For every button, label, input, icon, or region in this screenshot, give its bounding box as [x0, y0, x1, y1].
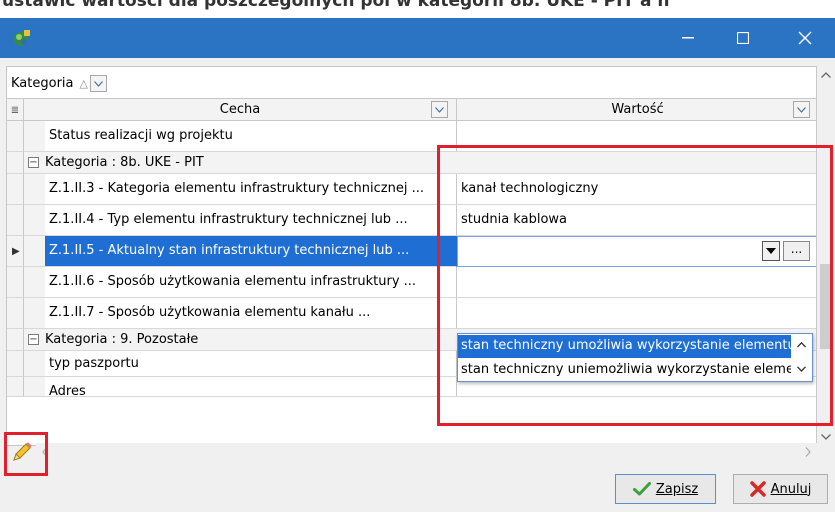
chevron-down-icon	[797, 106, 806, 113]
chevron-down-icon	[94, 80, 103, 87]
value-dropdown-button[interactable]	[762, 241, 780, 261]
cell-wartosc[interactable]	[457, 267, 816, 298]
chevron-down-icon	[435, 106, 444, 113]
scrollbar-thumb[interactable]	[820, 264, 831, 349]
maximize-icon[interactable]	[720, 18, 766, 58]
x-icon	[749, 481, 766, 497]
collapse-icon[interactable]: −	[28, 157, 39, 168]
group-filter-dropdown[interactable]	[89, 75, 107, 92]
properties-grid: ≣ Cecha Wartość Status realizacji wg pro…	[6, 98, 817, 446]
filter-dropdown-wartosc[interactable]	[793, 101, 810, 118]
cell-wartosc[interactable]	[457, 298, 816, 329]
table-row-selected[interactable]: ▶ Z.1.II.5 - Aktualny stan infrastruktur…	[7, 236, 816, 267]
save-button[interactable]: Zapisz	[615, 474, 716, 504]
collapse-icon[interactable]: −	[28, 334, 39, 345]
group-chip-kategoria[interactable]: Kategoria △	[11, 73, 107, 94]
checkmark-icon	[632, 482, 651, 496]
table-row[interactable]: Z.1.II.3 - Kategoria elementu infrastruk…	[7, 174, 816, 205]
filter-dropdown-cecha[interactable]	[431, 101, 448, 118]
scroll-left-icon[interactable]	[36, 443, 54, 461]
scroll-right-icon[interactable]	[799, 443, 817, 461]
cell-cecha[interactable]: Z.1.II.4 - Typ elementu infrastruktury t…	[45, 205, 457, 236]
horizontal-scrollbar[interactable]	[36, 443, 817, 461]
ellipsis-button[interactable]: ...	[783, 241, 810, 261]
cell-wartosc[interactable]: studnia kablowa	[457, 205, 816, 236]
cell-cecha[interactable]: Z.1.II.3 - Kategoria elementu infrastruk…	[45, 174, 457, 205]
value-dropdown-list[interactable]: stan techniczny umożliwia wykorzystanie …	[457, 333, 813, 382]
chevron-down-icon[interactable]	[794, 362, 808, 376]
cell-cecha[interactable]: Adres	[45, 377, 457, 397]
dropdown-option[interactable]: stan techniczny uniemożliwia wykorzystan…	[458, 359, 791, 382]
app-icon	[12, 28, 32, 48]
table-row[interactable]: Z.1.II.6 - Sposób użytkowania elementu i…	[7, 267, 816, 298]
minimize-icon[interactable]	[665, 18, 711, 58]
cell-cecha[interactable]: typ paszportu	[45, 351, 457, 377]
cell-wartosc[interactable]	[457, 121, 816, 152]
cell-cecha[interactable]: Z.1.II.7 - Sposób użytkowania elementu k…	[45, 298, 457, 329]
cell-cecha[interactable]: Z.1.II.6 - Sposób użytkowania elementu i…	[45, 267, 457, 298]
chevron-down-icon	[766, 248, 776, 254]
pencil-icon[interactable]	[6, 436, 38, 468]
column-header-cecha[interactable]: Cecha	[24, 99, 457, 121]
cell-cecha[interactable]: Z.1.II.5 - Aktualny stan infrastruktury …	[45, 236, 457, 267]
group-label: Kategoria : 8b. UKE - PIT	[45, 155, 204, 170]
cell-cecha[interactable]: Status realizacji wg projektu	[45, 121, 457, 152]
dropdown-option[interactable]: stan techniczny umożliwia wykorzystanie …	[458, 335, 791, 358]
table-row[interactable]: Z.1.II.7 - Sposób użytkowania elementu k…	[7, 298, 816, 329]
column-header-wartosc[interactable]: Wartość	[457, 99, 816, 121]
grid-empty-area	[7, 397, 816, 445]
close-icon[interactable]	[782, 18, 828, 58]
chevron-up-icon[interactable]	[794, 338, 808, 352]
group-row[interactable]: − Kategoria : 8b. UKE - PIT	[7, 152, 816, 174]
column-chooser-icon[interactable]: ≣	[7, 99, 24, 121]
vertical-scrollbar[interactable]	[817, 66, 835, 446]
cancel-button[interactable]: Anuluj	[733, 474, 828, 504]
group-label: Kategoria : 9. Pozostałe	[45, 332, 199, 347]
row-pointer-icon: ▶	[12, 246, 20, 257]
scroll-down-icon[interactable]	[817, 428, 835, 446]
cell-wartosc[interactable]: kanał technologiczny	[457, 174, 816, 205]
table-row[interactable]: Z.1.II.4 - Typ elementu infrastruktury t…	[7, 205, 816, 236]
group-by-panel: Kategoria △	[6, 66, 817, 98]
sort-ascending-icon: △	[79, 77, 88, 90]
background-document-text: ustawić wartości dla poszczególnych pól …	[0, 0, 835, 18]
table-row[interactable]: Status realizacji wg projektu	[7, 121, 816, 152]
grid-header: ≣ Cecha Wartość	[7, 99, 816, 121]
scroll-up-icon[interactable]	[817, 66, 835, 84]
title-bar[interactable]	[0, 18, 835, 58]
dialog-client-area: Kategoria △ ≣ Cecha Wartość Status reali…	[0, 58, 835, 512]
